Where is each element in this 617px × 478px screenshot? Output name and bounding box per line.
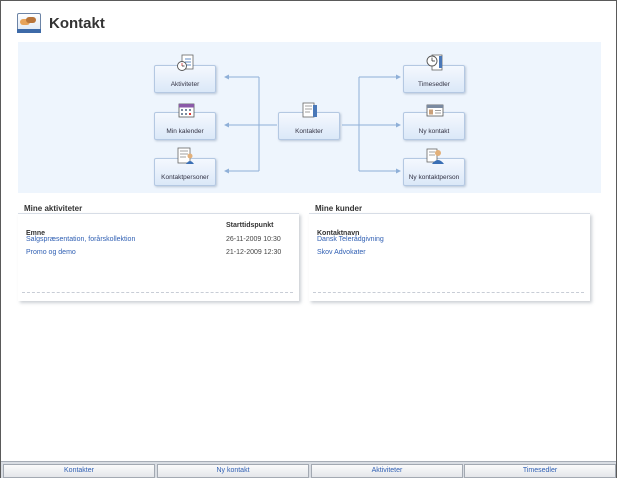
footer-toolbar: Kontakter Ny kontakt Aktiviteter Timesed… [1,461,616,478]
customers-panel: Mine kunder Kontaktnavn Dansk Telerådgiv… [309,201,590,301]
node-label: Ny kontakt [418,128,450,135]
person-list-icon [177,147,194,164]
node-label: Min kalender [166,128,204,135]
node-label: Timesedler [418,81,450,88]
customers-body: Kontaktnavn Dansk Telerådgivning Skov Ad… [309,213,590,301]
diagram-node-ny-kontaktperson[interactable]: Ny kontaktperson [403,148,465,186]
timesheet-clock-icon [426,54,443,71]
customers-table: Kontaktnavn Dansk Telerådgivning Skov Ad… [317,222,580,258]
column-header-starttidspunkt: Starttidspunkt [226,222,274,229]
diagram-node-aktiviteter[interactable]: Aktiviteter [154,54,216,93]
footer-button-kontakter[interactable]: Kontakter [3,464,155,478]
activities-panel: Mine aktiviteter Emne Starttidspunkt Sal… [18,201,299,301]
handshake-app-icon [17,13,41,33]
activities-table: Emne Starttidspunkt Salgspræsentation, f… [26,222,289,258]
activity-start: 21-12-2009 12:30 [226,249,282,256]
customer-link[interactable]: Skov Advokater [317,249,366,256]
diagram-node-kontaktpersoner[interactable]: Kontaktpersoner [154,147,216,186]
footer-button-timesedler[interactable]: Timesedler [464,464,616,478]
customer-link[interactable]: Dansk Telerådgivning [317,236,384,243]
activities-body: Emne Starttidspunkt Salgspræsentation, f… [18,213,299,301]
node-label: Aktiviteter [170,81,200,88]
main-window: Kontakt Aktiviteter Min kalender Kontakt… [0,0,617,478]
navigation-diagram: Aktiviteter Min kalender Kontaktpersoner… [18,42,601,193]
activities-title: Mine aktiviteter [24,204,83,213]
activity-link[interactable]: Salgspræsentation, forårskollektion [26,236,135,243]
divider [313,292,584,293]
divider [22,292,293,293]
calendar-icon [178,103,195,118]
table-row: Skov Advokater [317,249,580,258]
node-label: Kontaktpersoner [161,174,209,181]
contact-card-icon [426,104,444,117]
diagram-node-ny-kontakt[interactable]: Ny kontakt [403,104,465,140]
table-row: Promo og demo 21-12-2009 12:30 [26,249,289,258]
diagram-node-timesedler[interactable]: Timesedler [403,54,465,93]
clipboard-clock-icon [177,54,194,71]
page-title: Kontakt [49,14,105,32]
diagram-node-min-kalender[interactable]: Min kalender [154,103,216,140]
footer-button-aktiviteter[interactable]: Aktiviteter [311,464,463,478]
page-header: Kontakt [17,9,105,37]
activity-link[interactable]: Promo og demo [26,249,76,256]
new-person-icon [426,148,444,164]
table-row: Dansk Telerådgivning [317,236,580,245]
table-row: Salgspræsentation, forårskollektion 26-1… [26,236,289,245]
diagram-node-kontakter[interactable]: Kontakter [278,102,340,140]
node-label: Kontakter [295,128,323,135]
footer-button-ny-kontakt[interactable]: Ny kontakt [157,464,309,478]
node-label: Ny kontaktperson [408,174,460,181]
activity-start: 26-11-2009 10:30 [226,236,281,243]
customers-title: Mine kunder [315,204,363,213]
contacts-list-icon [302,102,317,118]
